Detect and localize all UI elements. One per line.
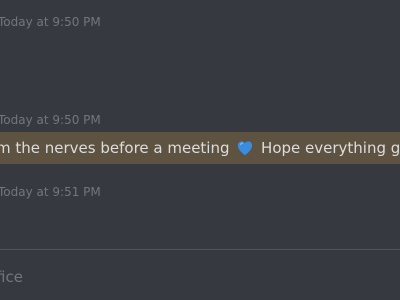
message-timestamp: Today at 9:50 PM (0, 15, 101, 29)
message-input[interactable] (0, 266, 400, 288)
message-composer (0, 250, 400, 300)
message-content: m the nerves before a meeting Hope every… (0, 138, 400, 158)
highlighted-message[interactable]: m the nerves before a meeting Hope every… (0, 132, 400, 164)
message-text-part: m the nerves before a meeting (0, 139, 235, 157)
message-timestamp: Today at 9:50 PM (0, 113, 101, 127)
message-text-part: Hope everything goes w (261, 139, 400, 157)
message-timestamp: Today at 9:51 PM (0, 185, 101, 199)
blue-heart-icon (238, 141, 253, 156)
chat-viewport: Today at 9:50 PM Today at 9:50 PM m the … (0, 0, 400, 300)
